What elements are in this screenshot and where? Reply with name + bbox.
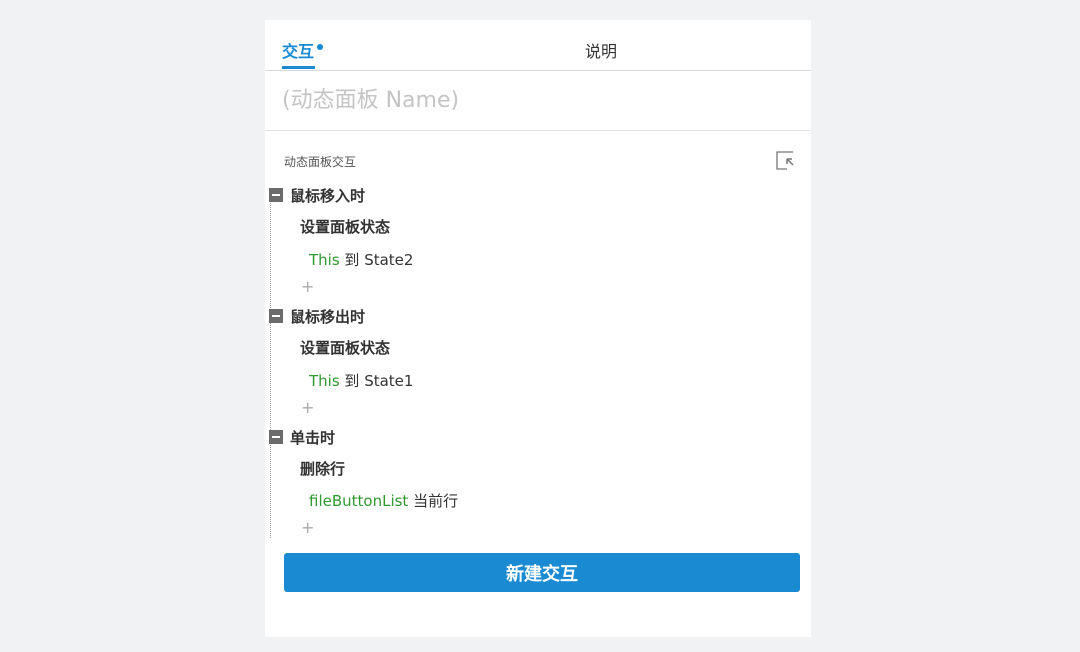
tree-guide-line bbox=[270, 198, 271, 538]
collapse-minus-icon[interactable] bbox=[269, 188, 283, 202]
target-detail: 到 State1 bbox=[339, 372, 414, 390]
tab-interaction[interactable]: 交互 bbox=[282, 38, 324, 62]
event-label: 单击时 bbox=[290, 429, 336, 447]
action-set-panel-state[interactable]: 设置面板状态 bbox=[300, 337, 390, 358]
panel-name-input[interactable] bbox=[265, 71, 811, 131]
new-interaction-button[interactable]: 新建交互 bbox=[284, 553, 800, 592]
action-delete-row[interactable]: 删除行 bbox=[300, 458, 345, 479]
action-set-panel-state[interactable]: 设置面板状态 bbox=[300, 216, 390, 237]
modified-dot-icon bbox=[317, 44, 324, 50]
active-tab-indicator bbox=[282, 66, 315, 69]
event-label: 鼠标移入时 bbox=[290, 187, 366, 205]
tab-interaction-label: 交互 bbox=[282, 42, 315, 61]
target-detail: 到 State2 bbox=[339, 251, 414, 269]
target-name: This bbox=[309, 251, 340, 269]
event-click[interactable]: 单击时 bbox=[269, 427, 335, 448]
section-title: 动态面板交互 bbox=[284, 155, 357, 169]
action-target[interactable]: This 到 State1 bbox=[309, 370, 413, 391]
action-target[interactable]: fileButtonList 当前行 bbox=[309, 490, 458, 511]
add-action-button[interactable]: + bbox=[301, 277, 314, 296]
event-mouse-enter[interactable]: 鼠标移入时 bbox=[269, 185, 365, 206]
target-name: fileButtonList bbox=[309, 492, 409, 510]
interaction-panel: 交互 说明 动态面板交互 鼠标移入时 设置面板状态 This 到 State2 … bbox=[265, 20, 811, 637]
add-action-button[interactable]: + bbox=[301, 398, 314, 417]
collapse-minus-icon[interactable] bbox=[269, 430, 283, 444]
event-label: 鼠标移出时 bbox=[290, 308, 366, 326]
action-target[interactable]: This 到 State2 bbox=[309, 249, 413, 270]
target-name: This bbox=[309, 372, 340, 390]
tab-bar: 交互 说明 bbox=[265, 20, 811, 71]
target-detail: 当前行 bbox=[408, 492, 459, 510]
event-mouse-leave[interactable]: 鼠标移出时 bbox=[269, 306, 365, 327]
tab-notes[interactable]: 说明 bbox=[585, 38, 617, 62]
collapse-all-icon[interactable] bbox=[776, 151, 795, 170]
add-action-button[interactable]: + bbox=[301, 518, 314, 537]
collapse-minus-icon[interactable] bbox=[269, 309, 283, 323]
